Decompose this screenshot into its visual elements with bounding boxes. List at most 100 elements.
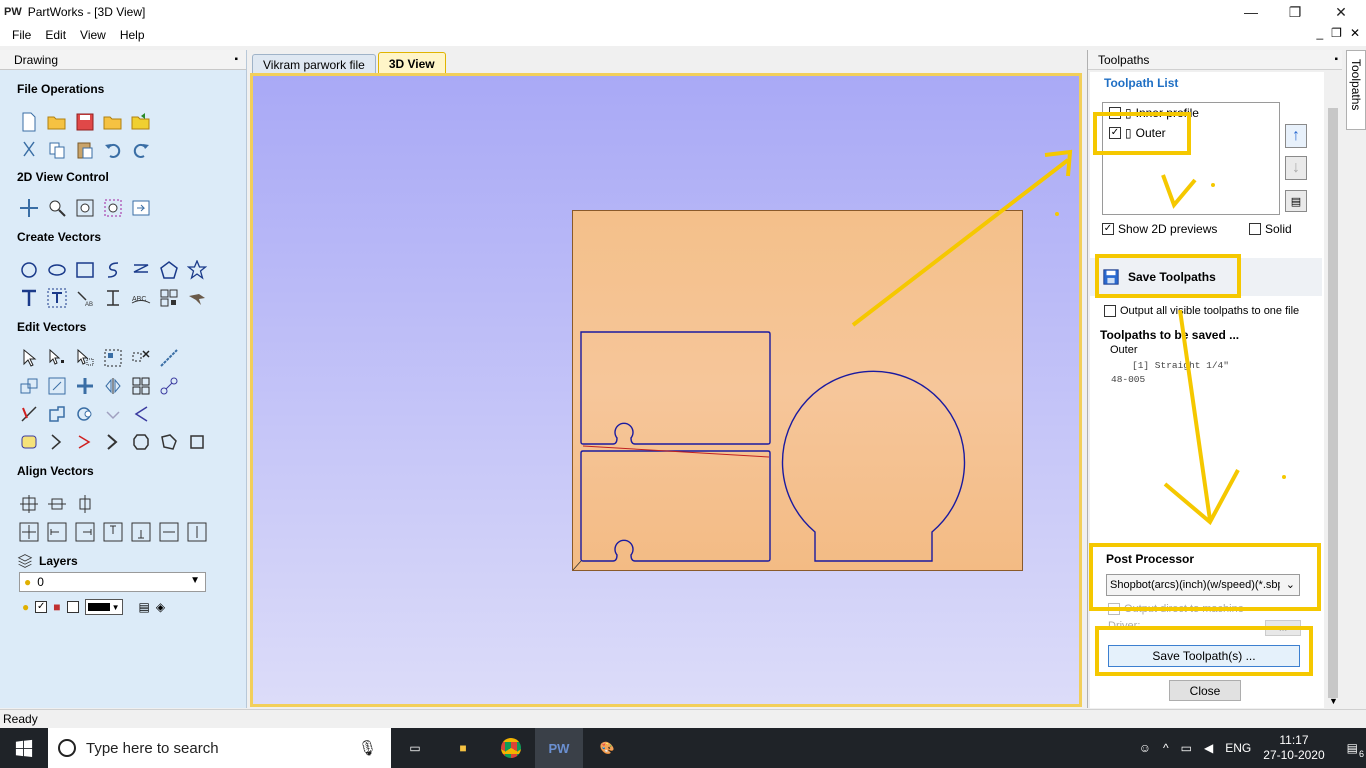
volume-icon[interactable]: ◀	[1204, 741, 1213, 755]
post-processor-select[interactable]: Shopbot(arcs)(inch)(w/speed)(*.sbp) ⌄	[1106, 574, 1300, 596]
taskbar-search[interactable]: Type here to search 🎙	[48, 728, 391, 768]
join-vectors-icon[interactable]	[157, 374, 181, 398]
partworks-button[interactable]: PW	[535, 728, 583, 768]
layer-color-box[interactable]	[66, 601, 79, 613]
toolpaths-side-tab[interactable]: Toolpaths	[1346, 50, 1366, 130]
move-up-button[interactable]: ↑	[1285, 124, 1307, 148]
task-view-button[interactable]: ▭	[391, 728, 439, 768]
show-2d-previews-checkbox[interactable]: ✓	[1102, 223, 1114, 235]
curve-icon[interactable]	[129, 258, 153, 282]
save-icon[interactable]	[73, 110, 97, 134]
rectangle-icon[interactable]	[73, 258, 97, 282]
line-color-dropdown[interactable]: ▼	[84, 599, 123, 615]
layer-manager-icon[interactable]: ◈	[156, 600, 165, 614]
menu-view[interactable]: View	[73, 28, 113, 42]
show-2d-previews-option[interactable]: ✓ Show 2D previews	[1102, 222, 1217, 236]
copy-icon[interactable]	[45, 138, 69, 162]
subtract-icon[interactable]	[73, 402, 97, 426]
mdi-close-button[interactable]: ✕	[1350, 26, 1360, 40]
toolpath-item-outer[interactable]: ✓ ▯ Outer	[1103, 123, 1279, 143]
output-all-option[interactable]: Output all visible toolpaths to one file	[1104, 305, 1299, 317]
microphone-icon[interactable]: 🎙	[358, 739, 377, 757]
output-all-checkbox[interactable]	[1104, 305, 1116, 317]
redo-icon[interactable]	[129, 138, 153, 162]
array-copy-icon[interactable]	[129, 374, 153, 398]
tab-3d-view[interactable]: 3D View	[377, 52, 446, 74]
weld-icon[interactable]	[45, 402, 69, 426]
trim-icon[interactable]	[17, 402, 41, 426]
close-button[interactable]: Close	[1169, 680, 1241, 701]
file-explorer-button[interactable]: ■	[439, 728, 487, 768]
node-edit-icon[interactable]	[45, 346, 69, 370]
start-button[interactable]	[0, 728, 48, 768]
circle-icon[interactable]	[17, 258, 41, 282]
nest-icon[interactable]	[157, 430, 181, 454]
layer-checkbox[interactable]: ✓	[35, 601, 48, 613]
3d-view-canvas[interactable]	[250, 73, 1082, 707]
move-icon[interactable]	[17, 374, 41, 398]
cut-icon[interactable]	[17, 138, 41, 162]
tab-vikram-parwork-file[interactable]: Vikram parwork file	[252, 54, 376, 74]
polyline-icon[interactable]	[101, 258, 125, 282]
pin-icon[interactable]: ▪	[234, 54, 238, 65]
mdi-restore-button[interactable]: ❐	[1331, 26, 1342, 40]
toolpaths-scrollbar[interactable]: ▼	[1325, 72, 1341, 708]
select-arrow-icon[interactable]	[17, 346, 41, 370]
scale-icon[interactable]	[45, 374, 69, 398]
align-horizontal-center-icon[interactable]	[45, 492, 69, 516]
polygon-icon[interactable]	[157, 258, 181, 282]
align-material-center-icon[interactable]	[17, 520, 41, 544]
align-center-icon[interactable]	[17, 492, 41, 516]
new-file-icon[interactable]	[17, 110, 41, 134]
distribute-vertical-icon[interactable]	[185, 520, 209, 544]
menu-file[interactable]: File	[0, 28, 38, 42]
pin-icon[interactable]: ▪	[1334, 54, 1338, 65]
text-on-curve-icon[interactable]: AB	[73, 286, 97, 310]
toolpath-summary-button[interactable]: ▤	[1285, 190, 1307, 212]
ungroup-icon[interactable]	[129, 346, 153, 370]
mdi-minimize-button[interactable]: _	[1316, 26, 1323, 40]
layer-visible-icon[interactable]: ●	[22, 600, 29, 614]
intersect-icon[interactable]	[101, 402, 125, 426]
export-folder-icon[interactable]	[129, 110, 153, 134]
mirror-icon[interactable]	[101, 374, 125, 398]
fillet-icon[interactable]	[129, 402, 153, 426]
star-icon[interactable]	[185, 258, 209, 282]
close-window-button[interactable]: ✕	[1318, 0, 1364, 24]
boundary-icon[interactable]	[129, 430, 153, 454]
align-vertical-center-icon[interactable]	[73, 492, 97, 516]
open-folder-icon[interactable]	[45, 110, 69, 134]
tab-icon[interactable]	[45, 430, 69, 454]
distribute-horizontal-icon[interactable]	[157, 520, 181, 544]
move-down-button[interactable]: ↓	[1285, 156, 1307, 180]
solid-option[interactable]: Solid	[1249, 222, 1292, 236]
align-left-icon[interactable]	[45, 520, 69, 544]
close-vector-icon[interactable]	[185, 430, 209, 454]
text-icon[interactable]	[17, 286, 41, 310]
text-arc-icon[interactable]	[101, 286, 125, 310]
menu-edit[interactable]: Edit	[38, 28, 73, 42]
interactive-select-icon[interactable]	[73, 346, 97, 370]
notification-icon[interactable]: ▤ 6	[1347, 741, 1364, 759]
paste-icon[interactable]	[73, 138, 97, 162]
corner-icon[interactable]	[101, 430, 125, 454]
zoom-extents-icon[interactable]	[73, 196, 97, 220]
text-box-icon[interactable]	[45, 286, 69, 310]
minimize-button[interactable]: —	[1228, 0, 1274, 24]
layer-dropdown[interactable]: ● 0 ▼	[19, 572, 206, 592]
import-folder-icon[interactable]	[101, 110, 125, 134]
menu-help[interactable]: Help	[113, 28, 152, 42]
chrome-button[interactable]	[487, 728, 535, 768]
offset-icon[interactable]	[17, 430, 41, 454]
scroll-down-icon[interactable]: ▼	[1329, 696, 1338, 706]
abc-text-icon[interactable]: ABC	[129, 286, 153, 310]
paint-button[interactable]: 🎨	[583, 728, 631, 768]
language-indicator[interactable]: ENG	[1225, 741, 1251, 755]
scrollbar-thumb[interactable]	[1328, 108, 1338, 698]
rotate-icon[interactable]	[73, 374, 97, 398]
maximize-button[interactable]: ❐	[1272, 0, 1318, 24]
toolpath-item-inner-profile[interactable]: ▯ Inner profile	[1103, 103, 1279, 123]
zoom-icon[interactable]	[45, 196, 69, 220]
toolpath-checkbox[interactable]: ✓	[1109, 127, 1121, 139]
view-toggle-icon[interactable]	[129, 196, 153, 220]
